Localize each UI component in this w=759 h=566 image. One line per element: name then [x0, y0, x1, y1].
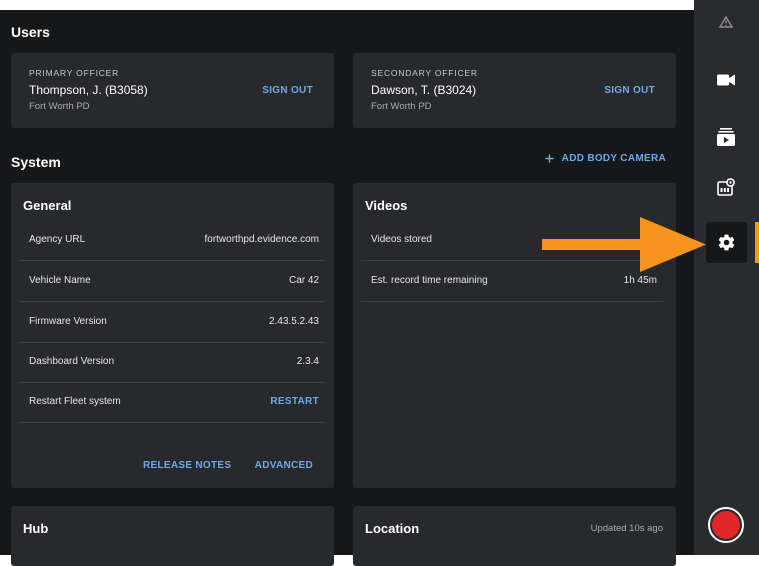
firmware-version-value: 2.43.5.2.43 [268, 316, 319, 327]
general-row-vehicle-name: Vehicle Name Car 42 [19, 261, 325, 302]
video-camera-icon[interactable] [706, 60, 746, 100]
location-updated-text: Updated 10s ago [590, 523, 663, 534]
users-section-title: Users [11, 24, 50, 40]
secondary-officer-name: Dawson, T. (B3024) [371, 83, 477, 97]
secondary-officer-dept: Fort Worth PD [371, 101, 432, 112]
secondary-sign-out-button[interactable]: SIGN OUT [604, 85, 655, 96]
settings-main-panel: Users PRIMARY OFFICER Thompson, J. (B305… [0, 10, 694, 566]
general-row-agency-url: Agency URL fortworthpd.evidence.com [19, 220, 325, 261]
restart-button[interactable]: RESTART [270, 396, 319, 407]
video-library-icon[interactable] [706, 117, 746, 157]
release-notes-button[interactable]: RELEASE NOTES [143, 460, 231, 471]
add-body-camera-label: ADD BODY CAMERA [561, 153, 666, 164]
record-time-value: 1h 45m [623, 275, 657, 286]
agency-url-value: fortworthpd.evidence.com [204, 234, 319, 245]
firmware-version-label: Firmware Version [29, 316, 107, 327]
dashboard-version-label: Dashboard Version [29, 356, 115, 367]
camera-counter-icon[interactable] [706, 167, 746, 207]
videos-stored-label: Videos stored [371, 234, 432, 245]
primary-officer-dept: Fort Worth PD [29, 101, 90, 112]
primary-officer-card: PRIMARY OFFICER Thompson, J. (B3058) For… [11, 53, 334, 128]
warning-icon[interactable] [706, 2, 746, 42]
settings-button-active[interactable] [706, 222, 747, 263]
plus-icon [545, 154, 554, 163]
system-section-title: System [11, 154, 61, 170]
general-card: General Agency URL fortworthpd.evidence.… [11, 183, 334, 488]
active-indicator-bar [755, 222, 759, 263]
record-button[interactable] [708, 507, 744, 543]
vehicle-name-value: Car 42 [288, 275, 319, 286]
location-card: Location Updated 10s ago [353, 506, 676, 566]
videos-card-title: Videos [365, 198, 408, 213]
add-body-camera-button[interactable]: ADD BODY CAMERA [545, 153, 666, 164]
general-row-firmware-version: Firmware Version 2.43.5.2.43 [19, 302, 325, 343]
dashboard-version-value: 2.3.4 [296, 356, 319, 367]
secondary-officer-card: SECONDARY OFFICER Dawson, T. (B3024) For… [353, 53, 676, 128]
settings-gear-icon [717, 233, 736, 252]
general-row-dashboard-version: Dashboard Version 2.3.4 [19, 342, 325, 383]
general-card-title: General [23, 198, 72, 213]
primary-sign-out-button[interactable]: SIGN OUT [262, 85, 313, 96]
agency-url-label: Agency URL [29, 234, 86, 245]
hub-card-title: Hub [23, 521, 49, 536]
vehicle-name-label: Vehicle Name [29, 275, 91, 286]
record-time-label: Est. record time remaining [371, 275, 488, 286]
advanced-button[interactable]: ADVANCED [255, 460, 313, 471]
location-card-title: Location [365, 521, 420, 536]
record-button-icon [712, 511, 740, 539]
general-row-restart: Restart Fleet system RESTART [19, 382, 325, 423]
orange-annotation-arrow [542, 217, 706, 272]
side-navigation-rail [694, 0, 759, 555]
primary-officer-role: PRIMARY OFFICER [29, 68, 120, 78]
hub-card: Hub [11, 506, 334, 566]
restart-fleet-label: Restart Fleet system [29, 396, 121, 407]
secondary-officer-role: SECONDARY OFFICER [371, 68, 478, 78]
primary-officer-name: Thompson, J. (B3058) [29, 83, 148, 97]
